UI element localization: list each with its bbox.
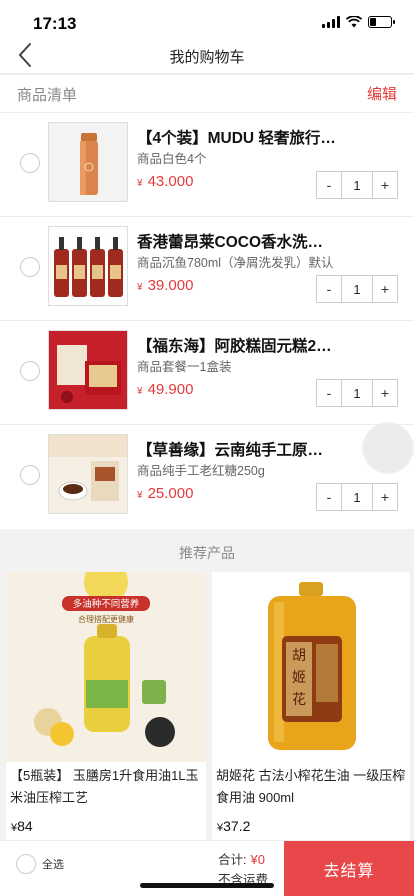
increase-button[interactable]: + [372,379,398,407]
select-all[interactable]: 全选 [16,854,64,874]
quantity-value[interactable]: 1 [342,379,372,407]
item-select-radio[interactable] [20,257,40,277]
list-header: 商品清单 编辑 [0,75,414,113]
status-icons [322,16,395,28]
quantity-value[interactable]: 1 [342,171,372,199]
list-title: 商品清单 [17,87,78,104]
page-title: 我的购物车 [169,49,245,66]
image-brand-char: 胡 [292,648,306,664]
decrease-button[interactable]: - [316,379,342,407]
cart-item: 【4个装】MUDU 轻奢旅行洗护套装 商品白色4个 ¥43.000 - 1 + [0,113,414,217]
item-spec: 商品白色4个 [137,152,207,166]
quantity-value[interactable]: 1 [342,483,372,511]
status-bar: 17:13 [0,0,414,44]
select-all-radio[interactable] [16,854,36,874]
item-spec: 商品沉鱼780ml（净屑洗发乳）默认 [137,256,334,270]
item-name[interactable]: 【草善缘】云南纯手工原汁红糖 [137,438,337,460]
cart-item: 香港蕾昂莱COCO香水洗发水沐浴露 商品沉鱼780ml（净屑洗发乳）默认 ¥39… [0,217,414,321]
product-image[interactable] [48,122,128,202]
image-subline: 合理搭配更健康 [78,614,134,624]
quantity-value[interactable]: 1 [342,275,372,303]
nav-bar: 我的购物车 [0,43,414,74]
item-spec: 商品套餐一1盒装 [137,360,232,374]
item-spec: 商品纯手工老红糖250g [137,464,265,478]
increase-button[interactable]: + [372,171,398,199]
item-price: ¥39.000 [137,277,194,294]
floating-assistive-button[interactable] [363,423,413,473]
recommend-name[interactable]: 【5瓶装】 玉膳房1升食用油1L玉米油压榨工艺 [10,765,202,809]
battery-icon [368,16,395,28]
image-brand-char: 花 [292,692,306,708]
item-select-radio[interactable] [20,361,40,381]
total-label: 合计: [218,853,247,867]
total-amount: ¥0 [250,852,265,867]
recommend-card[interactable]: 多油种不同营养 合理搭配更健康 【5瓶装】 玉膳房1升食用油1L玉米油压榨工艺 … [6,572,206,842]
total: 合计: ¥0 [218,849,265,868]
decrease-button[interactable]: - [316,171,342,199]
item-name[interactable]: 【4个装】MUDU 轻奢旅行洗护套装 [137,126,337,148]
recommend-price: ¥84 [11,818,33,834]
decrease-button[interactable]: - [316,483,342,511]
product-image[interactable] [48,434,128,514]
cart-list: 【4个装】MUDU 轻奢旅行洗护套装 商品白色4个 ¥43.000 - 1 + [0,113,414,529]
recommend-title: 推荐产品 [179,545,235,561]
decrease-button[interactable]: - [316,275,342,303]
quantity-stepper: - 1 + [316,483,398,511]
recommend-name[interactable]: 胡姬花 古法小榨花生油 一级压榨食用油 900ml [216,765,408,809]
status-time: 17:13 [33,14,77,33]
increase-button[interactable]: + [372,275,398,303]
quantity-stepper: - 1 + [316,171,398,199]
item-price: ¥49.900 [137,381,194,398]
checkout-button[interactable]: 去结算 [284,841,414,896]
recommend-card[interactable]: 胡 姬 花 胡姬花 古法小榨花生油 一级压榨食用油 900ml ¥37.2 [212,572,410,842]
recommend-price: ¥37.2 [217,818,251,834]
edit-button[interactable]: 编辑 [367,83,397,104]
item-select-radio[interactable] [20,153,40,173]
signal-icon [322,16,340,28]
home-indicator [140,883,274,888]
wifi-icon [346,16,362,28]
item-select-radio[interactable] [20,465,40,485]
product-image: 胡 姬 花 [212,572,410,762]
item-price: ¥25.000 [137,485,194,502]
cart-item: 【福东海】阿胶糕固元糕250g礼盒装 商品套餐一1盒装 ¥49.900 - 1 … [0,321,414,425]
select-all-label: 全选 [42,859,64,871]
increase-button[interactable]: + [372,483,398,511]
image-headline: 多油种不同营养 [73,598,140,610]
quantity-stepper: - 1 + [316,275,398,303]
product-image: 多油种不同营养 合理搭配更健康 [6,572,206,762]
image-brand-char: 姬 [292,670,306,686]
product-image[interactable] [48,330,128,410]
item-name[interactable]: 香港蕾昂莱COCO香水洗发水沐浴露 [137,230,337,252]
cart-item: 【草善缘】云南纯手工原汁红糖 商品纯手工老红糖250g ¥25.000 - 1 … [0,425,414,529]
item-price: ¥43.000 [137,173,194,190]
item-name[interactable]: 【福东海】阿胶糕固元糕250g礼盒装 [137,334,337,356]
product-image[interactable] [48,226,128,306]
quantity-stepper: - 1 + [316,379,398,407]
